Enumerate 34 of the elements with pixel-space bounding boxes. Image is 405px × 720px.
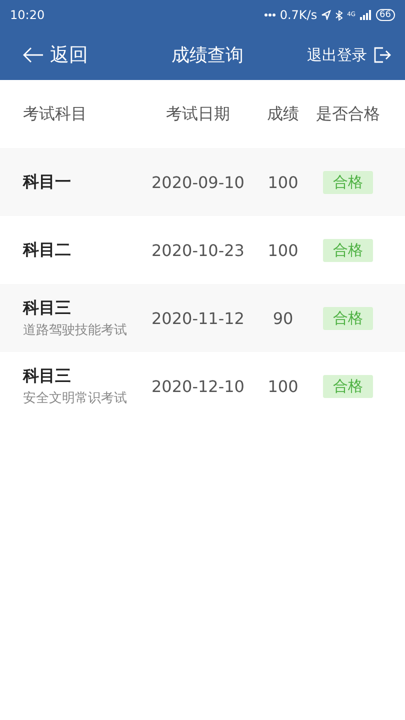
subject-name: 科目一 — [23, 172, 72, 192]
column-header: 考试科目 — [23, 104, 88, 124]
result-tag: 合格 — [323, 306, 373, 330]
column-header: 考试日期 — [165, 104, 231, 124]
subject-name: 科目三 — [23, 366, 72, 386]
result-tag: 合格 — [323, 374, 373, 398]
exam-score: 100 — [266, 376, 300, 396]
exam-date: 2020-11-12 — [150, 308, 246, 328]
battery-level: 66 — [376, 9, 395, 21]
status-time: 10:20 — [10, 8, 45, 22]
subject-name: 科目二 — [23, 240, 72, 260]
bluetooth-icon — [335, 10, 344, 20]
column-header: 是否合格 — [315, 104, 381, 124]
exam-score: 100 — [266, 240, 300, 260]
exam-date: 2020-09-10 — [150, 172, 246, 192]
dots-icon — [264, 13, 276, 17]
page-title: 成绩查询 — [170, 44, 244, 67]
result-tag: 合格 — [323, 170, 373, 194]
location-icon — [321, 10, 332, 20]
signal-icon — [360, 10, 372, 20]
back-arrow-icon — [22, 47, 44, 63]
exam-date: 2020-10-23 — [150, 240, 246, 260]
exam-score: 100 — [266, 172, 300, 192]
column-header: 成绩 — [266, 104, 300, 124]
subject-detail: 道路驾驶技能考试 — [23, 322, 128, 338]
exam-date: 2020-12-10 — [150, 376, 246, 396]
logout-icon — [373, 46, 391, 64]
exam-score: 90 — [272, 308, 294, 328]
result-tag: 合格 — [323, 238, 373, 262]
subject-name: 科目三 — [23, 298, 72, 318]
network-speed: 0.7K/s — [280, 8, 318, 22]
back-button[interactable]: 返回 — [22, 42, 88, 68]
logout-button[interactable]: 退出登录 — [307, 46, 391, 64]
subject-detail: 安全文明常识考试 — [23, 390, 128, 406]
